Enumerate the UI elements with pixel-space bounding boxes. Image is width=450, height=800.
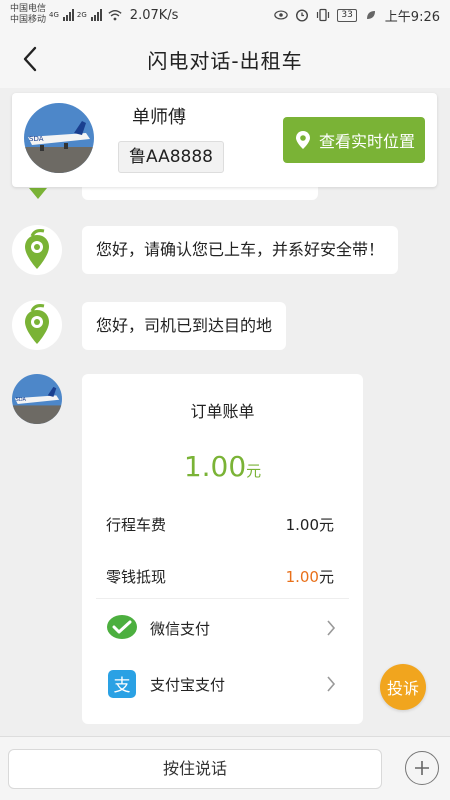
- chevron-left-icon: [23, 46, 37, 72]
- wallet-deduction-number: 1.00: [285, 568, 319, 586]
- divider: [96, 598, 349, 599]
- location-pin-icon: [296, 131, 310, 149]
- driver-card: SDA 单师傅 鲁AA8888 查看实时位置: [12, 93, 437, 187]
- alipay-label: 支付宝支付: [150, 675, 226, 694]
- complaint-button[interactable]: 投诉: [380, 664, 426, 710]
- alipay-icon: 支: [106, 668, 138, 700]
- svg-text:SDA: SDA: [16, 397, 27, 403]
- net-speed: 2.07K/s: [129, 7, 179, 23]
- plus-icon: [415, 761, 429, 775]
- leaf-icon: [364, 8, 378, 22]
- input-bar: 按住说话: [0, 736, 450, 800]
- wechat-pay-icon: [106, 612, 138, 644]
- wallet-deduction-label: 零钱抵现: [106, 568, 167, 586]
- system-avatar: [12, 225, 62, 275]
- hold-to-talk-button[interactable]: 按住说话: [8, 749, 382, 789]
- wechat-pay-label: 微信支付: [150, 619, 211, 638]
- wallet-deduction-row: 零钱抵现 1.00元: [106, 566, 334, 587]
- chevron-right-icon: [327, 620, 336, 636]
- alipay-option[interactable]: 支 支付宝支付: [106, 664, 336, 704]
- chevron-right-icon: [327, 676, 336, 692]
- license-plate: 鲁AA8888: [118, 141, 224, 173]
- alarm-icon: [295, 8, 309, 22]
- svg-text:支: 支: [114, 676, 131, 696]
- bill-title: 订单账单: [190, 402, 255, 421]
- message-bubble: 您好，请确认您已上车，并系好安全带！: [82, 226, 399, 274]
- fare-value: 1.00元: [285, 516, 334, 534]
- vibrate-icon: [316, 8, 330, 22]
- status-bar: 中国电信 中国移动 4G 2G 2.07K/s 33 上午9:26: [0, 0, 450, 30]
- system-avatar: [12, 300, 62, 350]
- fare-row: 行程车费 1.00元: [106, 514, 334, 535]
- signal-icon-2: [90, 9, 102, 21]
- wallet-deduction-value: 1.00元: [286, 566, 334, 587]
- view-realtime-location-label: 查看实时位置: [319, 132, 416, 151]
- page-title: 闪电对话-出租车: [147, 48, 303, 73]
- add-button[interactable]: [405, 751, 439, 785]
- view-realtime-location-button[interactable]: 查看实时位置: [283, 117, 425, 163]
- back-button[interactable]: [14, 43, 46, 75]
- carrier-1: 中国电信: [10, 4, 47, 14]
- bill-amount-unit: 元: [246, 462, 262, 480]
- carrier-names: 中国电信 中国移动: [10, 4, 46, 26]
- location-pin-icon: [25, 229, 49, 269]
- network-type-2: 2G: [76, 11, 87, 19]
- bill-amount: 1.00元: [82, 450, 363, 483]
- wechat-pay-option[interactable]: 微信支付: [106, 608, 336, 648]
- network-type-1: 4G: [49, 11, 59, 19]
- driver-name: 单师傅: [132, 107, 186, 128]
- carrier-2: 中国移动: [10, 15, 47, 25]
- driver-avatar[interactable]: SDA: [12, 374, 62, 424]
- eye-icon: [274, 8, 289, 22]
- app-header: 闪电对话-出租车: [0, 30, 450, 88]
- wallet-deduction-unit: 元: [318, 568, 334, 586]
- fare-label: 行程车费: [106, 516, 167, 534]
- svg-text:SDA: SDA: [29, 135, 44, 143]
- signal-icon: [62, 9, 74, 21]
- order-bill-card: 订单账单 1.00元 行程车费 1.00元 零钱抵现 1.00元 微信支付 支 …: [82, 374, 363, 724]
- message-bubble: 您好，司机已到达目的地: [82, 302, 287, 350]
- wifi-icon: [108, 8, 122, 22]
- location-pin-icon: [25, 304, 49, 344]
- battery-icon: 33: [337, 8, 357, 22]
- bill-amount-number: 1.00: [183, 450, 247, 483]
- driver-avatar[interactable]: SDA: [24, 103, 94, 173]
- clock: 上午9:26: [384, 9, 440, 25]
